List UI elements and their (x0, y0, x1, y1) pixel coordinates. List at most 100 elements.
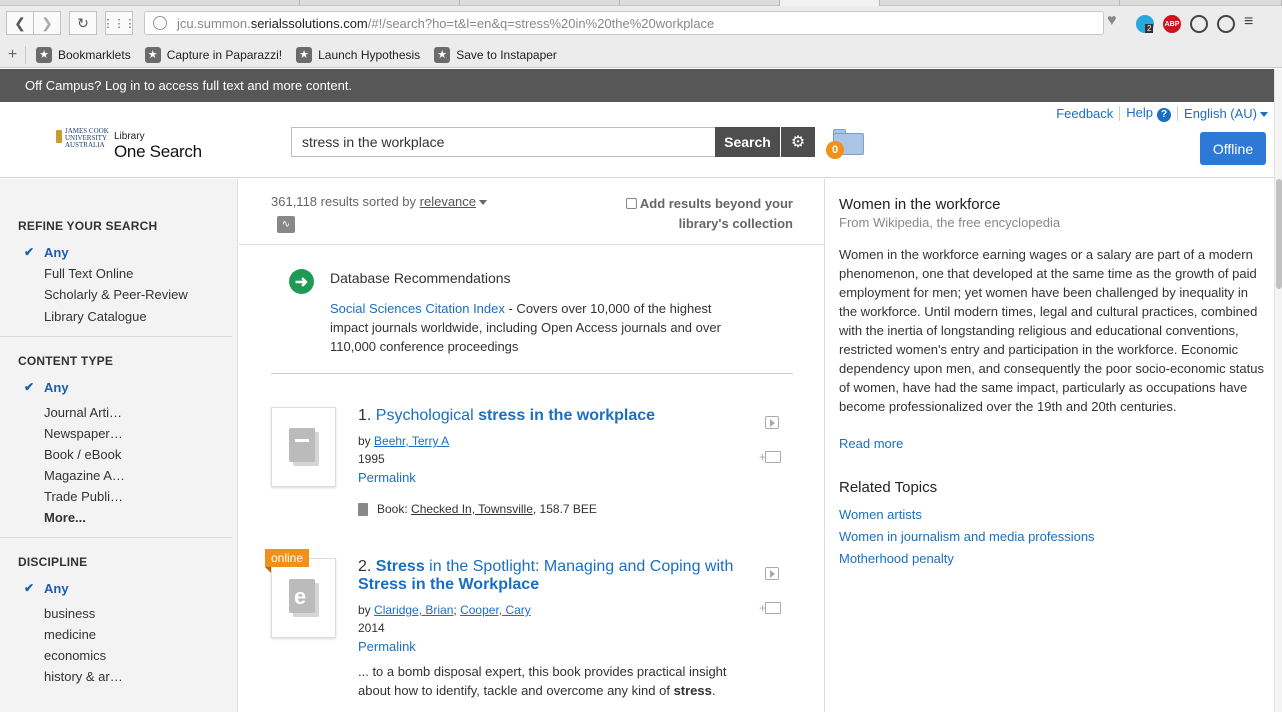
result-year: 1995 (358, 452, 385, 466)
content-type-any-label: Any (44, 380, 69, 395)
discipline-any[interactable]: ✔ Any (18, 581, 237, 596)
heart-icon[interactable]: ♥ (1107, 12, 1125, 30)
offline-button[interactable]: Offline (1200, 132, 1266, 165)
content-type-magazine[interactable]: Magazine A… (18, 468, 237, 483)
result-title-bold: Stress in the Workplace (358, 576, 540, 593)
author-link[interactable]: Beehr, Terry A (374, 434, 449, 448)
bookmark-item[interactable]: ★ Bookmarklets (36, 46, 131, 63)
content-type-any[interactable]: ✔ Any (18, 380, 237, 395)
scrollbar-thumb[interactable] (1276, 179, 1282, 289)
feedback-link[interactable]: Feedback (1056, 106, 1113, 121)
saved-count-badge: 0 (826, 141, 844, 159)
discipline-history[interactable]: history & ar… (18, 669, 237, 684)
language-label: English (AU) (1184, 105, 1257, 121)
result-authors: by Beehr, Terry A (358, 434, 449, 448)
star-icon: ★ (434, 46, 451, 63)
db-rec-link[interactable]: Social Sciences Citation Index (330, 301, 505, 316)
topic-panel: Women in the workforce From Wikipedia, t… (826, 179, 1274, 712)
add-to-folder-icon[interactable] (759, 601, 781, 615)
jcu-logo[interactable]: JAMES COOK UNIVERSITY AUSTRALIA Library … (56, 128, 216, 162)
add-to-folder-icon[interactable] (759, 450, 781, 464)
author-link[interactable]: Claridge, Brian (374, 603, 453, 617)
download-icon[interactable] (1217, 15, 1235, 33)
search-button[interactable]: Search (715, 127, 780, 157)
result-number: 2. (358, 558, 372, 575)
browser-toolbar: ❮ ❯ ↻ ⋮⋮⋮ jcu.summon. serialssolutions.co… (0, 6, 1282, 42)
bookmark-item[interactable]: ★ Save to Instapaper (434, 46, 557, 63)
check-icon: ✔ (24, 581, 35, 595)
beyond-label: Add results beyond your library's collec… (639, 196, 793, 231)
result-snippet: ... to a bomb disposal expert, this book… (358, 662, 748, 700)
bookmark-item[interactable]: ★ Capture in Paparazzi! (144, 46, 282, 63)
add-bookmark-icon[interactable]: + (0, 45, 26, 64)
preview-icon[interactable] (765, 416, 779, 429)
topic-source: From Wikipedia, the free encyclopedia (839, 215, 1061, 230)
bookmarks-bar: + ★ Bookmarklets ★ Capture in Paparazzi! ★… (0, 42, 1282, 68)
discipline-business[interactable]: business (18, 606, 237, 621)
refine-title: REFINE YOUR SEARCH (18, 219, 158, 233)
result-authors: by Claridge, Brian; Cooper, Cary (358, 603, 531, 617)
content-type-title: CONTENT TYPE (18, 354, 114, 368)
related-topic-link[interactable]: Women artists (839, 507, 922, 522)
result-title[interactable]: 1. Psychological stress in the workplace (358, 407, 748, 425)
holding-link[interactable]: Checked In, Townsville (411, 502, 533, 516)
adblock-icon[interactable]: ABP (1163, 15, 1181, 33)
discipline-economics[interactable]: economics (18, 648, 237, 663)
page-scrollbar[interactable] (1274, 69, 1282, 712)
preview-icon[interactable] (765, 567, 779, 580)
ebook-thumbnail[interactable]: e online (265, 549, 336, 638)
gear-icon[interactable]: ⚙ (781, 127, 815, 157)
search-input[interactable] (291, 127, 715, 157)
back-button[interactable]: ❮ (6, 11, 34, 35)
address-bar[interactable]: jcu.summon. serialssolutions.com/#!/searc… (144, 11, 1104, 35)
bookmark-item[interactable]: ★ Launch Hypothesis (296, 46, 420, 63)
language-select[interactable]: English (AU) (1184, 106, 1268, 121)
content-type-trade[interactable]: Trade Publi… (18, 489, 237, 504)
rss-icon[interactable]: ∿ (277, 216, 295, 233)
book-icon (358, 502, 368, 516)
result-title-bold: Stress (375, 558, 425, 575)
beyond-collection-checkbox[interactable]: Add results beyond your library's collec… (573, 194, 793, 234)
content-type-more[interactable]: More... (18, 510, 237, 525)
saved-items-folder-icon[interactable]: 0 (826, 128, 865, 159)
filter-scholarly[interactable]: Scholarly & Peer-Review (18, 287, 237, 302)
bookmark-label: Save to Instapaper (456, 47, 557, 62)
permalink[interactable]: Permalink (358, 470, 416, 485)
book-thumbnail[interactable] (271, 407, 336, 487)
snippet-text: ... to a bomb disposal expert, this book… (358, 664, 727, 698)
related-topic-link[interactable]: Motherhood penalty (839, 551, 954, 566)
off-campus-banner[interactable]: Off Campus? Log in to access full text a… (0, 69, 1282, 102)
help-link[interactable]: Help? (1126, 105, 1172, 122)
checkbox-icon[interactable] (625, 198, 637, 209)
content-type-newspaper[interactable]: Newspaper… (18, 426, 237, 441)
site-info-icon[interactable] (153, 16, 167, 30)
results-header: 361,118 results sorted by relevance ∿ Ad… (239, 179, 824, 245)
permalink[interactable]: Permalink (358, 639, 416, 654)
refine-sidebar: REFINE YOUR SEARCH ✔ Any Full Text Online… (0, 179, 238, 712)
apps-grid-button[interactable]: ⋮⋮⋮ (103, 11, 136, 35)
sort-relevance[interactable]: relevance (420, 194, 476, 209)
reload-button[interactable]: ↻ (69, 11, 97, 35)
related-topic-link[interactable]: Women in journalism and media profession… (839, 529, 1095, 544)
content-type-journal[interactable]: Journal Arti… (18, 405, 237, 420)
read-more-link[interactable]: Read more (839, 436, 903, 451)
star-icon: ★ (36, 46, 52, 63)
result-title[interactable]: 2. Stress in the Spotlight: Managing and… (358, 558, 748, 594)
discipline-medicine[interactable]: medicine (18, 627, 237, 642)
filter-library-catalogue[interactable]: Library Catalogue (18, 309, 237, 324)
extension-ghost-icon[interactable]: 2 (1136, 15, 1154, 33)
topic-title: Women in the workforce (839, 196, 1001, 213)
author-link[interactable]: Cooper, Cary (460, 603, 531, 617)
filter-full-text-online[interactable]: Full Text Online (18, 266, 237, 281)
divider (1119, 105, 1121, 121)
content-type-book[interactable]: Book / eBook (18, 447, 237, 462)
book-icon (289, 428, 315, 462)
menu-icon[interactable]: ≡ (1244, 14, 1260, 34)
banner-text[interactable]: Off Campus? Log in to access full text a… (25, 78, 352, 93)
forward-button[interactable]: ❯ (33, 11, 61, 35)
refine-any[interactable]: ✔ Any (18, 245, 237, 260)
info-icon[interactable] (1190, 15, 1208, 33)
discipline-title: DISCIPLINE (18, 555, 88, 569)
chevron-down-icon[interactable] (479, 200, 488, 206)
database-recommendations: ➜ Database Recommendations Social Scienc… (271, 256, 793, 374)
